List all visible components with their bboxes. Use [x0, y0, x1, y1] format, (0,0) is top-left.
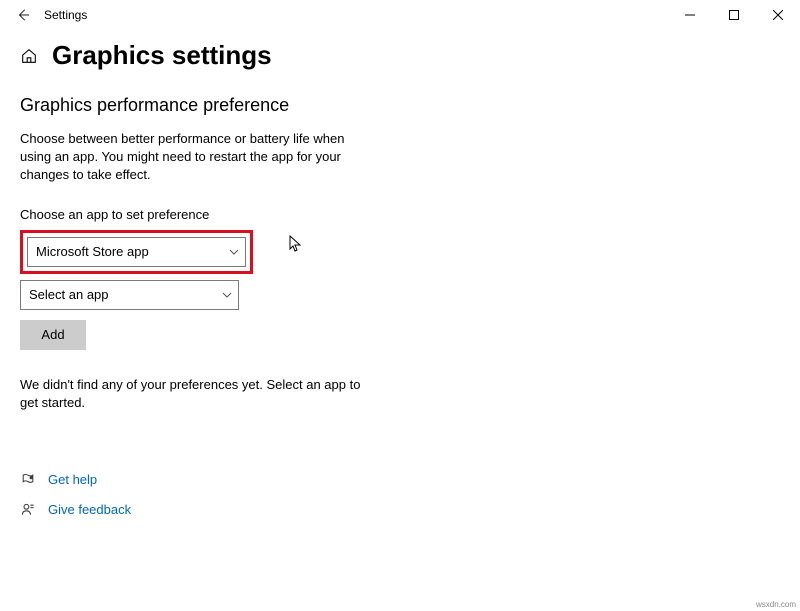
minimize-icon: [685, 10, 695, 20]
select-app-value: Select an app: [29, 287, 109, 302]
highlight-annotation: Microsoft Store app: [20, 230, 253, 274]
page-header: Graphics settings: [20, 40, 780, 71]
window-title: Settings: [44, 8, 87, 22]
content-area: Graphics settings Graphics performance p…: [0, 30, 800, 518]
maximize-button[interactable]: [712, 0, 756, 30]
close-icon: [773, 10, 783, 20]
app-type-dropdown[interactable]: Microsoft Store app: [27, 237, 246, 267]
chevron-down-icon: [229, 247, 243, 257]
minimize-button[interactable]: [668, 0, 712, 30]
get-help-link[interactable]: Get help: [20, 472, 780, 488]
home-button[interactable]: [20, 47, 38, 65]
close-button[interactable]: [756, 0, 800, 30]
get-help-label: Get help: [48, 472, 97, 487]
home-icon: [20, 47, 38, 65]
give-feedback-label: Give feedback: [48, 502, 131, 517]
add-button-label: Add: [41, 327, 64, 342]
section-description: Choose between better performance or bat…: [20, 130, 370, 185]
give-feedback-link[interactable]: Give feedback: [20, 502, 780, 518]
feedback-icon: [20, 502, 36, 518]
empty-state-message: We didn't find any of your preferences y…: [20, 376, 380, 412]
watermark: wsxdn.com: [756, 600, 796, 609]
maximize-icon: [729, 10, 739, 20]
section-title: Graphics performance preference: [20, 95, 780, 116]
arrow-left-icon: [16, 8, 30, 22]
help-icon: [20, 472, 36, 488]
help-links: Get help Give feedback: [20, 472, 780, 518]
chevron-down-icon: [222, 290, 236, 300]
select-app-dropdown[interactable]: Select an app: [20, 280, 239, 310]
choose-app-label: Choose an app to set preference: [20, 207, 780, 222]
page-title: Graphics settings: [52, 40, 272, 71]
cursor-icon: [289, 235, 303, 253]
add-button[interactable]: Add: [20, 320, 86, 350]
back-button[interactable]: [10, 8, 40, 22]
titlebar: Settings: [0, 0, 800, 30]
app-type-value: Microsoft Store app: [36, 244, 149, 259]
window-controls: [668, 0, 800, 30]
